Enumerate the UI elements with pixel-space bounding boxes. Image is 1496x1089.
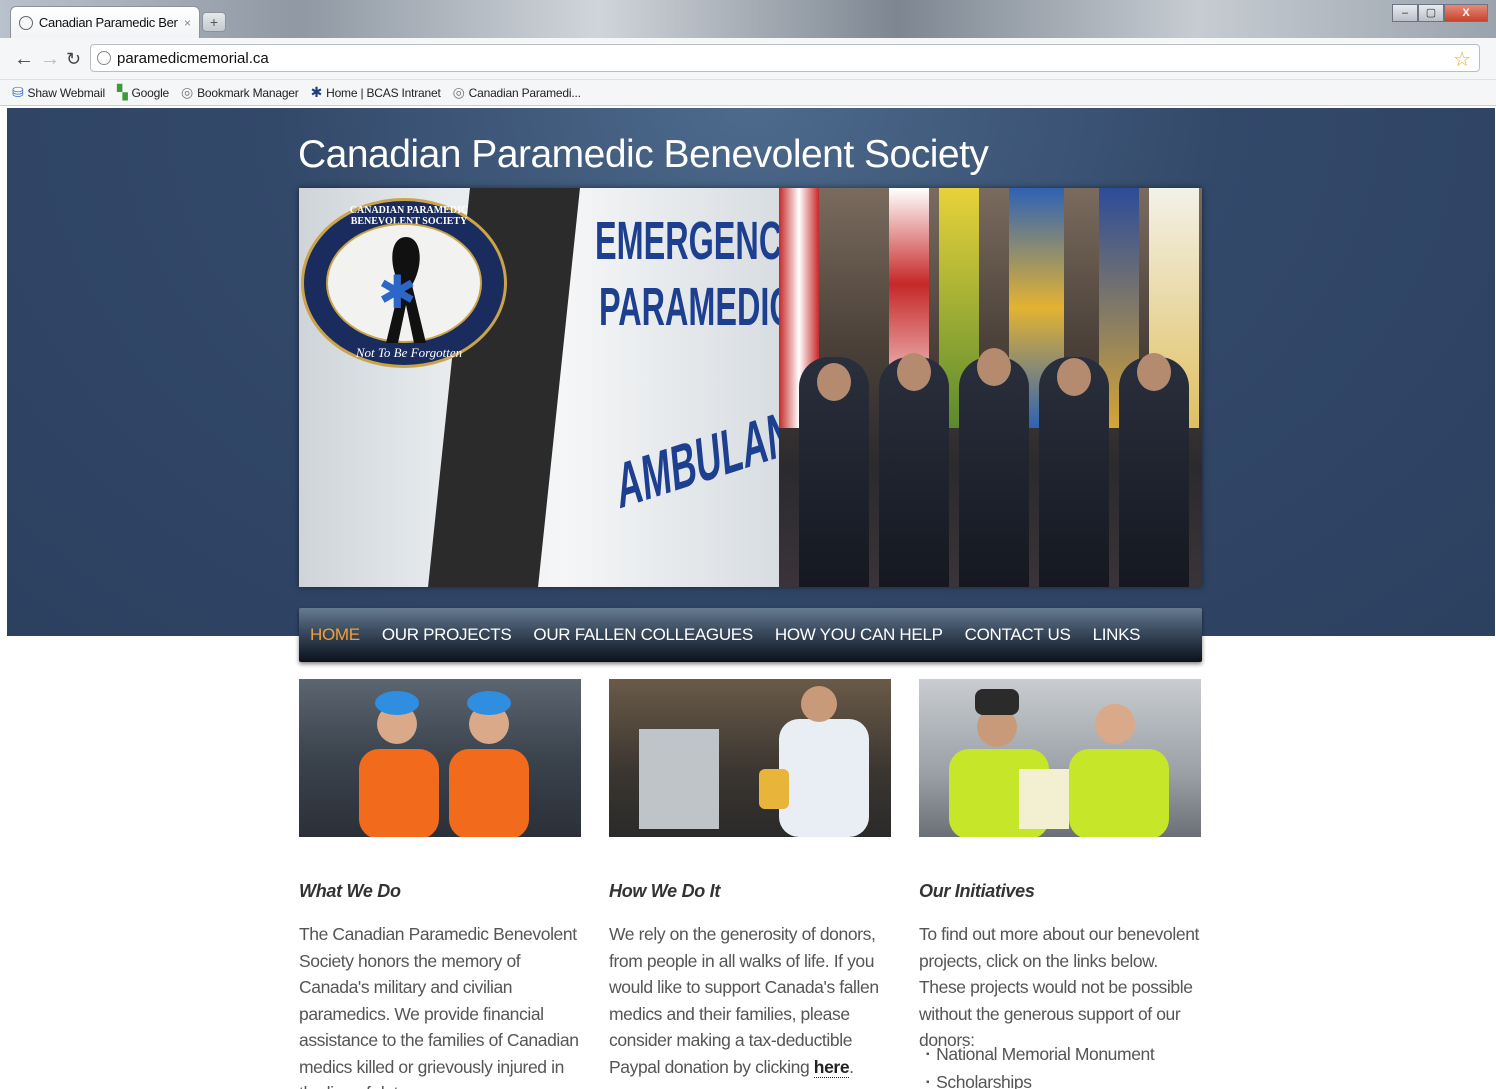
donation-photo [919, 679, 1201, 837]
star-of-life-icon: ✱ [378, 266, 417, 318]
emblem-inner: ✱ [326, 223, 482, 343]
bookmark-label: Google [131, 85, 170, 100]
person-head [1137, 353, 1171, 391]
star-of-life-icon: ✱ [310, 84, 323, 100]
bookmark-label: Canadian Paramedi... [468, 85, 581, 100]
nav-links[interactable]: LINKS [1093, 625, 1141, 645]
google-icon: ▚ [116, 84, 128, 100]
our-initiatives-heading: Our Initiatives [919, 881, 1035, 901]
donation-illustration [949, 689, 1169, 837]
lab-illustration [639, 686, 869, 837]
globe-icon [97, 51, 111, 65]
browser-toolbar: ← → ↻ paramedicmemorial.ca ☆ [0, 38, 1496, 80]
sentence-end: . [849, 1056, 854, 1077]
initiatives-list: National Memorial Monument Scholarships [926, 1041, 1155, 1089]
society-emblem-logo: CANADIAN PARAMEDIC BENEVOLENT SOCIETY ✱ … [301, 198, 507, 368]
shaw-icon: ⛁ [12, 84, 24, 100]
nav-how-you-can-help[interactable]: HOW YOU CAN HELP [775, 625, 943, 645]
how-we-do-it-body: We rely on the generosity of donors, fro… [609, 924, 879, 1077]
how-we-do-it-text: We rely on the generosity of donors, fro… [609, 921, 894, 1080]
what-we-do-text: The Canadian Paramedic Benevolent Societ… [299, 924, 579, 1089]
parade-photo [779, 188, 1202, 587]
person-head [1057, 358, 1091, 396]
what-we-do-heading: What We Do [299, 881, 401, 901]
bookmark-star-icon[interactable]: ☆ [1453, 47, 1471, 72]
url-text[interactable]: paramedicmemorial.ca [117, 50, 269, 67]
paramedics-illustration [359, 691, 529, 837]
our-initiatives-text: To find out more about our benevolent pr… [919, 924, 1199, 1050]
window-controls: – ▢ X [1392, 4, 1488, 22]
browser-titlebar: Canadian Paramedic Benev × + – ▢ X [0, 0, 1496, 38]
nav-our-projects[interactable]: OUR PROJECTS [382, 625, 512, 645]
how-we-do-it-heading: How We Do It [609, 881, 721, 901]
person-head [977, 348, 1011, 386]
person [1119, 357, 1189, 587]
forward-arrow-icon[interactable]: → [40, 48, 60, 71]
emblem-motto: Not To Be Forgotten [355, 345, 463, 360]
person-head [897, 353, 931, 391]
initiative-national-memorial-monument[interactable]: National Memorial Monument [926, 1041, 1155, 1069]
bookmark-google[interactable]: ▚ Google [117, 84, 169, 101]
person-head [817, 363, 851, 401]
close-window-button[interactable]: X [1444, 4, 1488, 22]
main-navigation: HOME OUR PROJECTS OUR FALLEN COLLEAGUES … [299, 608, 1202, 662]
tab-title: Canadian Paramedic Benev [38, 15, 178, 30]
bookmark-label: Home | BCAS Intranet [326, 85, 441, 100]
globe-icon: ◎ [181, 84, 194, 100]
address-bar[interactable]: paramedicmemorial.ca ☆ [90, 44, 1480, 72]
bookmark-shaw-webmail[interactable]: ⛁ Shaw Webmail [12, 84, 105, 101]
site-title[interactable]: Canadian Paramedic Benevolent Society [298, 133, 989, 177]
banner-text-emergency: EMERGENCY [595, 211, 804, 271]
bookmark-label: Bookmark Manager [197, 85, 299, 100]
maximize-button[interactable]: ▢ [1418, 4, 1444, 22]
new-tab-button[interactable]: + [202, 12, 226, 32]
nav-home[interactable]: HOME [310, 625, 360, 645]
nav-our-fallen-colleagues[interactable]: OUR FALLEN COLLEAGUES [533, 625, 753, 645]
paramedic-lab-photo [609, 679, 891, 837]
bookmark-bookmark-manager[interactable]: ◎ Bookmark Manager [181, 84, 299, 101]
minimize-button[interactable]: – [1392, 4, 1418, 22]
bookmark-label: Shaw Webmail [27, 85, 106, 100]
browser-tab[interactable]: Canadian Paramedic Benev × [10, 6, 200, 38]
globe-icon: ◎ [452, 84, 465, 100]
reload-icon[interactable]: ↻ [66, 49, 81, 70]
nav-contact-us[interactable]: CONTACT US [965, 625, 1071, 645]
bookmark-canadian-paramedic[interactable]: ◎ Canadian Paramedi... [453, 84, 581, 101]
close-icon[interactable]: × [184, 16, 191, 30]
initiative-scholarships[interactable]: Scholarships [926, 1069, 1154, 1089]
person [959, 357, 1029, 587]
hero-banner-image: EMERGENCY PARAMEDIC AMBULANCE CANADIAN P… [299, 188, 1202, 587]
back-arrow-icon[interactable]: ← [14, 48, 34, 71]
banner-text-paramedic: PARAMEDIC [599, 277, 793, 337]
person [879, 357, 949, 587]
bookmark-bcas-intranet[interactable]: ✱ Home | BCAS Intranet [311, 84, 441, 101]
paramedics-photo [299, 679, 581, 837]
donate-here-link[interactable]: here [813, 1056, 850, 1078]
globe-icon [19, 15, 33, 30]
bookmarks-bar: ⛁ Shaw Webmail ▚ Google ◎ Bookmark Manag… [0, 80, 1496, 106]
